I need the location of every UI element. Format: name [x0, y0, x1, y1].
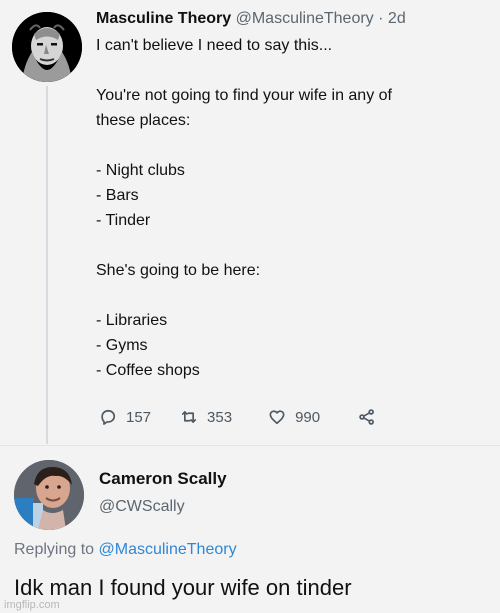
replying-to-mention[interactable]: @MasculineTheory	[99, 541, 237, 558]
tweet-line: She's going to be here:	[96, 262, 261, 279]
retweet-button[interactable]: 353	[179, 406, 232, 428]
tweet-line: - Coffee shops	[96, 362, 200, 379]
reply-author: Cameron Scally @CWScally	[99, 468, 227, 517]
tweet-line: - Gyms	[96, 337, 148, 354]
reply-count: 157	[126, 408, 152, 426]
tweet-line: You're not going to find your wife in an…	[96, 87, 392, 104]
retweet-icon	[179, 407, 199, 427]
tweet-line	[96, 133, 486, 158]
replying-to-label: Replying to	[14, 541, 99, 558]
tweet-header: Masculine Theory @MasculineTheory · 2d	[96, 9, 486, 29]
reply-icon	[98, 407, 118, 427]
tweet-line	[96, 233, 486, 258]
retweet-count: 353	[207, 408, 233, 426]
tweet: Masculine Theory @MasculineTheory · 2d I…	[96, 9, 486, 383]
share-button[interactable]	[357, 406, 377, 428]
tweet-line: - Night clubs	[96, 162, 185, 179]
reply-user-handle[interactable]: @CWScally	[99, 496, 227, 517]
thread-line	[46, 86, 48, 444]
tweet-line: - Tinder	[96, 212, 151, 229]
share-icon	[357, 407, 377, 427]
watermark: imgflip.com	[4, 599, 60, 611]
tweet-time[interactable]: 2d	[388, 10, 406, 27]
like-button[interactable]: 990	[267, 406, 320, 428]
reply-display-name[interactable]: Cameron Scally	[99, 468, 227, 489]
reply-button[interactable]: 157	[98, 406, 151, 428]
tweet-line	[96, 58, 486, 83]
tweet-actions: 157 353 990	[96, 406, 436, 428]
display-name[interactable]: Masculine Theory	[96, 10, 231, 27]
tweet-text: I can't believe I need to say this... Yo…	[96, 33, 486, 383]
tweet-line: - Bars	[96, 187, 139, 204]
heart-icon	[267, 407, 287, 427]
tweet-line	[96, 283, 486, 308]
masculine-theory-avatar[interactable]	[12, 12, 82, 82]
reply-text: Idk man I found your wife on tinder	[14, 575, 352, 600]
like-count: 990	[295, 408, 321, 426]
tweet-divider	[0, 445, 500, 446]
user-handle[interactable]: @MasculineTheory	[236, 10, 374, 27]
cameron-scally-avatar[interactable]	[14, 460, 84, 530]
cameron-scally-avatar-image	[14, 460, 84, 530]
masculine-theory-avatar-image	[12, 12, 82, 82]
tweet-line: - Libraries	[96, 312, 168, 329]
tweet-line: I can't believe I need to say this...	[96, 37, 333, 54]
tweet-line: these places:	[96, 112, 191, 129]
time-separator: ·	[378, 10, 384, 27]
replying-to: Replying to @MasculineTheory	[14, 539, 237, 561]
